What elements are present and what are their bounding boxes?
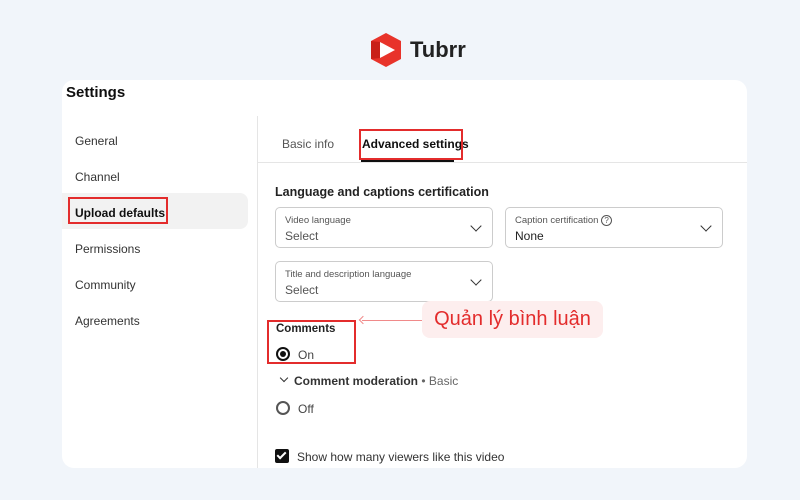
sidebar-item-permissions[interactable]: Permissions <box>75 242 140 256</box>
likes-checkbox-label: Show how many viewers like this video <box>297 450 505 464</box>
field-label: Caption certification ? <box>515 215 613 226</box>
section-title: Language and captions certification <box>275 185 489 199</box>
callout-arrow <box>362 320 422 321</box>
field-value: Select <box>285 229 319 243</box>
divider <box>257 116 258 468</box>
video-language-select[interactable]: Video language Select <box>275 207 493 248</box>
help-icon[interactable]: ? <box>601 215 613 226</box>
sidebar-item-general[interactable]: General <box>75 134 118 148</box>
sidebar-item-agreements[interactable]: Agreements <box>75 314 140 328</box>
brand-name: Tubrr <box>410 37 466 62</box>
moderation-value: • Basic <box>421 374 459 388</box>
sidebar-item-channel[interactable]: Channel <box>75 170 120 184</box>
field-value: Select <box>285 283 319 297</box>
divider <box>258 162 747 163</box>
moderation-label: Comment moderation <box>294 374 419 388</box>
chevron-down-icon[interactable] <box>279 373 289 383</box>
chevron-down-icon <box>470 274 482 286</box>
highlight-box <box>68 197 168 224</box>
sidebar-item-community[interactable]: Community <box>75 278 136 292</box>
field-value: None <box>515 229 544 243</box>
tubrr-logo-icon <box>371 33 401 67</box>
caption-certification-select[interactable]: Caption certification ? None <box>505 207 723 248</box>
callout-label: Quản lý bình luận <box>422 301 603 338</box>
comments-off-label: Off <box>298 402 314 416</box>
page-title: Settings <box>66 84 126 101</box>
comment-moderation-toggle[interactable]: Comment moderation • Basic <box>294 374 458 388</box>
field-label: Video language <box>285 215 351 226</box>
likes-checkbox[interactable] <box>275 449 289 463</box>
settings-card: Settings General Channel Upload defaults… <box>62 80 747 468</box>
tab-basic-info[interactable]: Basic info <box>282 137 334 151</box>
active-tab-indicator <box>361 160 454 162</box>
comments-off-radio[interactable] <box>276 401 290 415</box>
field-label-text: Caption certification <box>515 215 599 226</box>
highlight-box <box>267 320 356 364</box>
chevron-down-icon <box>700 220 712 232</box>
chevron-down-icon <box>470 220 482 232</box>
highlight-box <box>359 129 463 160</box>
field-label: Title and description language <box>285 269 412 280</box>
title-language-select[interactable]: Title and description language Select <box>275 261 493 302</box>
brand-logo: Tubrr <box>368 32 466 68</box>
